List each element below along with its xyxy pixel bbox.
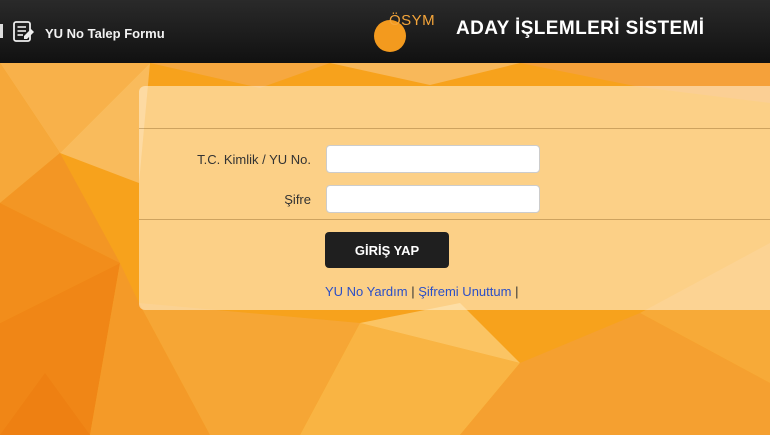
login-panel: T.C. Kimlik / YU No. Şifre GİRİŞ YAP YU … <box>139 86 770 310</box>
panel-divider-top <box>139 128 770 129</box>
system-title: ADAY İŞLEMLERİ SİSTEMİ <box>456 18 705 39</box>
osym-logo: ÖSYM <box>372 12 452 52</box>
yu-no-request-form-link[interactable]: YU No Talep Formu <box>12 19 165 48</box>
link-separator: | <box>411 284 415 299</box>
id-number-input[interactable] <box>326 145 540 173</box>
help-links: YU No Yardım | Şifremi Unuttum | <box>325 284 518 299</box>
panel-divider-bottom <box>139 219 770 220</box>
yu-no-help-link[interactable]: YU No Yardım <box>325 284 408 299</box>
login-button[interactable]: GİRİŞ YAP <box>325 232 449 268</box>
top-bar: YU No Talep Formu ÖSYM ADAY İŞLEMLERİ Sİ… <box>0 0 770 63</box>
forgot-password-link[interactable]: Şifremi Unuttum <box>418 284 511 299</box>
form-link-label: YU No Talep Formu <box>45 26 165 41</box>
password-label: Şifre <box>284 192 311 207</box>
form-document-icon <box>12 19 36 48</box>
password-input[interactable] <box>326 185 540 213</box>
id-label: T.C. Kimlik / YU No. <box>197 152 311 167</box>
link-separator: | <box>515 284 519 299</box>
logo-text: ÖSYM <box>389 12 436 29</box>
left-edge-marker <box>0 24 3 38</box>
